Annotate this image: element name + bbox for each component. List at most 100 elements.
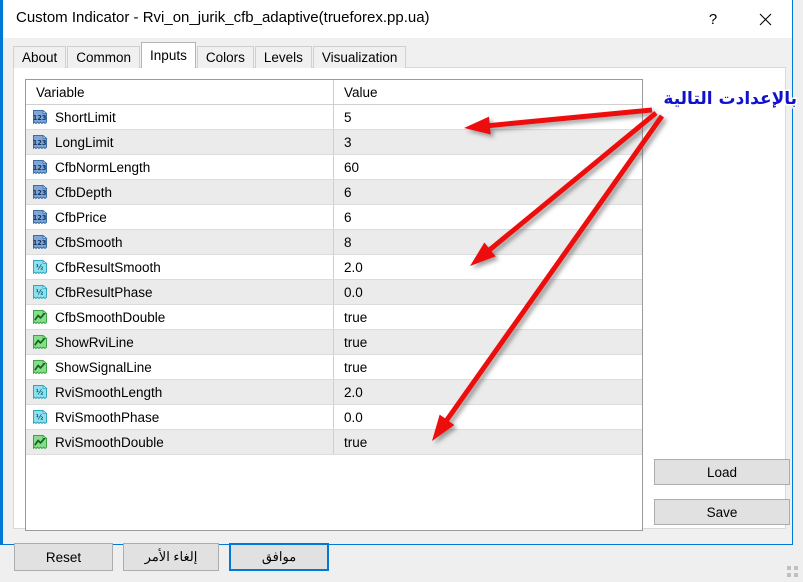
double-type-icon: ½ (33, 409, 48, 425)
value-cell[interactable]: true (334, 355, 642, 379)
title-bar: Custom Indicator - Rvi_on_jurik_cfb_adap… (3, 0, 792, 38)
tab-colors[interactable]: Colors (196, 46, 254, 68)
table-header-row: Variable Value (26, 80, 642, 105)
value-cell[interactable]: 2.0 (334, 255, 642, 279)
variable-name: CfbSmooth (55, 234, 123, 250)
table-row[interactable]: ShowSignalLine true (26, 355, 642, 380)
column-header-value: Value (344, 84, 378, 100)
variable-name: RviSmoothPhase (55, 409, 160, 425)
tab-about[interactable]: About (13, 46, 67, 68)
variable-name: CfbSmoothDouble (55, 309, 166, 325)
value-cell[interactable]: 0.0 (334, 280, 642, 304)
question-mark-icon: ? (708, 10, 718, 28)
svg-text:123: 123 (33, 114, 47, 122)
value-cell[interactable]: 60 (334, 155, 642, 179)
table-body: 123 ShortLimit 5 123 LongLimit 3 123 CfbNormLen… (26, 105, 642, 455)
tab-common[interactable]: Common (67, 46, 141, 68)
table-row[interactable]: ½ RviSmoothLength 2.0 (26, 380, 642, 405)
value-cell[interactable]: true (334, 330, 642, 354)
table-row[interactable]: 123 LongLimit 3 (26, 130, 642, 155)
ok-button[interactable]: موافق (229, 543, 329, 571)
table-row[interactable]: RviSmoothDouble true (26, 430, 642, 455)
variable-name: CfbResultSmooth (55, 259, 161, 275)
resize-grip[interactable] (787, 566, 799, 578)
tab-label: Inputs (150, 48, 187, 63)
int-type-icon: 123 (33, 209, 48, 225)
tab-visualization[interactable]: Visualization (312, 46, 407, 68)
variable-name: CfbDepth (55, 184, 113, 200)
svg-text:123: 123 (33, 164, 47, 172)
int-type-icon: 123 (33, 234, 48, 250)
value-cell[interactable]: 5 (334, 105, 642, 129)
save-button[interactable]: Save (654, 499, 790, 525)
variable-cell: 123 ShortLimit (26, 105, 334, 129)
variable-cell: 123 CfbPrice (26, 205, 334, 229)
value-cell[interactable]: 6 (334, 180, 642, 204)
cancel-button[interactable]: إلغاء الأمر (123, 543, 219, 571)
tab-label: Colors (205, 50, 245, 65)
help-button[interactable]: ? (690, 0, 736, 38)
table-row[interactable]: 123 CfbNormLength 60 (26, 155, 642, 180)
double-type-icon: ½ (33, 284, 48, 300)
double-type-icon: ½ (33, 259, 48, 275)
load-button[interactable]: Load (654, 459, 790, 485)
variable-cell: RviSmoothDouble (26, 430, 334, 454)
bool-type-icon (33, 359, 48, 375)
value-cell[interactable]: 2.0 (334, 380, 642, 404)
table-row[interactable]: 123 CfbDepth 6 (26, 180, 642, 205)
value-cell[interactable]: true (334, 430, 642, 454)
svg-text:123: 123 (33, 139, 47, 147)
variable-cell: ½ RviSmoothPhase (26, 405, 334, 429)
tab-levels[interactable]: Levels (254, 46, 312, 68)
tab-label: Visualization (321, 50, 398, 65)
value-cell[interactable]: true (334, 305, 642, 329)
close-icon (759, 13, 771, 25)
table-row[interactable]: 123 CfbPrice 6 (26, 205, 642, 230)
variable-name: ShortLimit (55, 109, 116, 125)
variable-name: LongLimit (55, 134, 114, 150)
value-cell[interactable]: 8 (334, 230, 642, 254)
table-row[interactable]: ½ CfbResultSmooth 2.0 (26, 255, 642, 280)
int-type-icon: 123 (33, 109, 48, 125)
table-row[interactable]: 123 CfbSmooth 8 (26, 230, 642, 255)
int-type-icon: 123 (33, 159, 48, 175)
column-header-variable: Variable (26, 80, 334, 104)
variable-cell: 123 CfbNormLength (26, 155, 334, 179)
variable-cell: ½ RviSmoothLength (26, 380, 334, 404)
variable-name: CfbResultPhase (55, 284, 153, 300)
tab-label: Levels (263, 50, 303, 65)
variable-name: RviSmoothLength (55, 384, 163, 400)
variable-name: CfbNormLength (55, 159, 151, 175)
variable-name: ShowRviLine (55, 334, 134, 350)
reset-button[interactable]: Reset (14, 543, 113, 571)
table-row[interactable]: ½ CfbResultPhase 0.0 (26, 280, 642, 305)
svg-text:123: 123 (33, 189, 47, 197)
value-cell[interactable]: 3 (334, 130, 642, 154)
window-title: Custom Indicator - Rvi_on_jurik_cfb_adap… (16, 9, 430, 26)
variable-cell: ShowSignalLine (26, 355, 334, 379)
int-type-icon: 123 (33, 134, 48, 150)
table-row[interactable]: ShowRviLine true (26, 330, 642, 355)
dialog-button-bar: Reset إلغاء الأمر موافق (3, 529, 792, 574)
value-cell[interactable]: 0.0 (334, 405, 642, 429)
svg-text:½: ½ (36, 388, 44, 397)
svg-text:123: 123 (33, 239, 47, 247)
close-button[interactable] (742, 0, 788, 38)
double-type-icon: ½ (33, 384, 48, 400)
arabic-annotation-text: بالإعدادت التالية (663, 89, 797, 109)
tab-strip: About Common Inputs Colors Levels Visualizati… (13, 42, 407, 68)
variable-name: RviSmoothDouble (55, 434, 164, 450)
svg-text:½: ½ (36, 413, 44, 422)
tab-label: About (22, 50, 58, 65)
variable-cell: CfbSmoothDouble (26, 305, 334, 329)
table-row[interactable]: CfbSmoothDouble true (26, 305, 642, 330)
table-row[interactable]: ½ RviSmoothPhase 0.0 (26, 405, 642, 430)
tab-inputs[interactable]: Inputs (141, 42, 196, 68)
variable-cell: 123 CfbSmooth (26, 230, 334, 254)
table-row[interactable]: 123 ShortLimit 5 (26, 105, 642, 130)
variable-cell: 123 CfbDepth (26, 180, 334, 204)
value-cell[interactable]: 6 (334, 205, 642, 229)
dialog-window: Custom Indicator - Rvi_on_jurik_cfb_adap… (0, 0, 793, 571)
variable-cell: 123 LongLimit (26, 130, 334, 154)
svg-text:½: ½ (36, 263, 44, 272)
